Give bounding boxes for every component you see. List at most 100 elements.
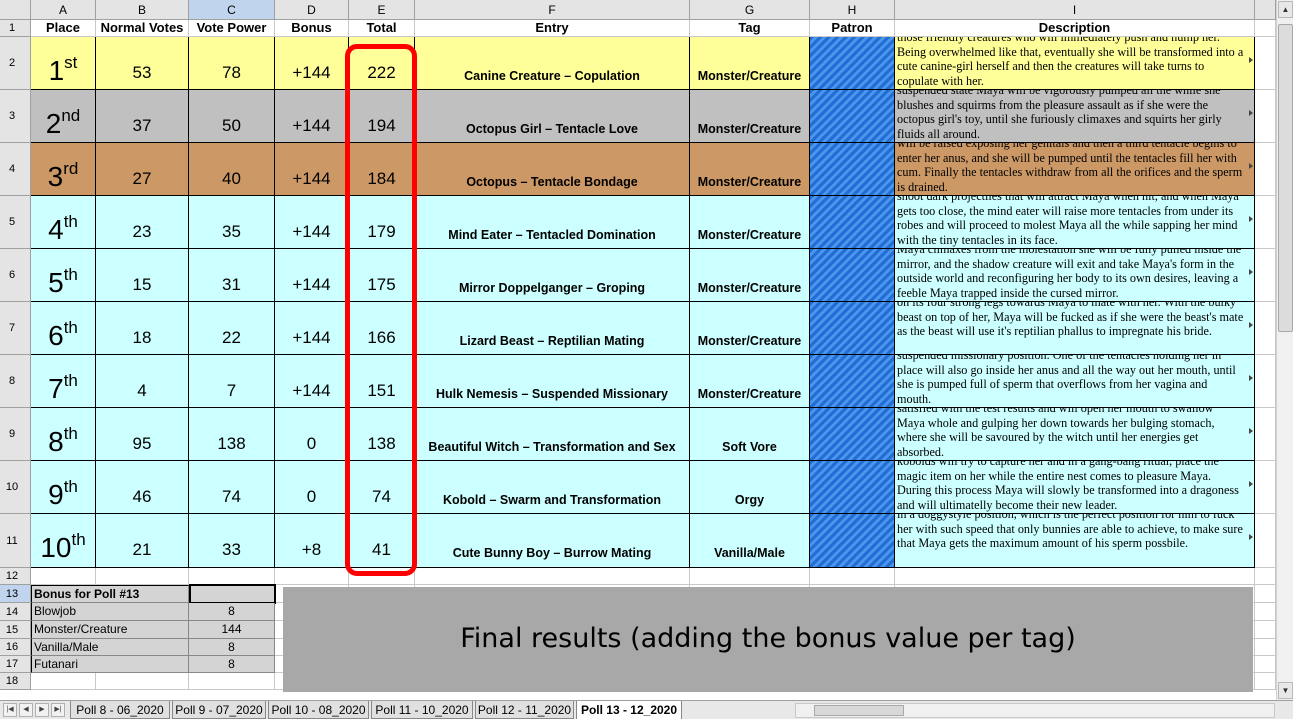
entry-cell[interactable]: Octopus – Tentacle Bondage — [415, 143, 690, 196]
tag-cell[interactable]: Monster/Creature — [690, 355, 810, 408]
empty-cell[interactable] — [1255, 621, 1276, 639]
row-header-2[interactable]: 2 — [0, 37, 31, 90]
empty-cell[interactable] — [810, 568, 895, 585]
normal-votes-cell[interactable]: 4 — [96, 355, 189, 408]
place-cell[interactable]: 7th — [31, 355, 96, 408]
bonus-cell[interactable]: +144 — [275, 355, 349, 408]
description-cell[interactable]: satisfied with the test results and will… — [895, 408, 1255, 461]
empty-cell[interactable] — [1255, 568, 1276, 585]
patron-cell[interactable] — [810, 355, 895, 408]
normal-votes-cell[interactable]: 37 — [96, 90, 189, 143]
row-header-8[interactable]: 8 — [0, 355, 31, 408]
description-cell[interactable]: kobolds will try to capture her and in a… — [895, 461, 1255, 514]
vote-power-cell[interactable]: 138 — [189, 408, 275, 461]
vote-power-cell[interactable]: 50 — [189, 90, 275, 143]
horizontal-scroll-thumb[interactable] — [814, 705, 904, 716]
empty-cell[interactable] — [189, 673, 275, 690]
sheet-tab[interactable]: Poll 13 - 12_2020 — [576, 701, 682, 719]
place-cell[interactable]: 9th — [31, 461, 96, 514]
vote-power-cell[interactable]: 78 — [189, 37, 275, 90]
bonus-cell[interactable]: 0 — [275, 461, 349, 514]
patron-cell[interactable] — [810, 143, 895, 196]
tag-cell[interactable]: Monster/Creature — [690, 90, 810, 143]
entry-cell[interactable]: Mind Eater – Tentacled Domination — [415, 196, 690, 249]
empty-cell[interactable] — [1255, 673, 1276, 690]
bonus-value-cell[interactable]: 8 — [189, 603, 275, 621]
row-header-15[interactable]: 15 — [0, 621, 31, 639]
patron-cell[interactable] — [810, 37, 895, 90]
row-header-4[interactable]: 4 — [0, 143, 31, 196]
empty-cell[interactable] — [1255, 656, 1276, 673]
place-cell[interactable]: 3rd — [31, 143, 96, 196]
patron-cell[interactable] — [810, 408, 895, 461]
empty-cell[interactable] — [31, 568, 96, 585]
bonus-value-cell[interactable]: 144 — [189, 621, 275, 639]
empty-cell[interactable] — [415, 568, 690, 585]
row-header-14[interactable]: 14 — [0, 603, 31, 621]
normal-votes-cell[interactable]: 21 — [96, 514, 189, 568]
bonus-cell[interactable]: +144 — [275, 249, 349, 302]
bonus-cell[interactable]: +144 — [275, 143, 349, 196]
normal-votes-cell[interactable]: 18 — [96, 302, 189, 355]
row-header-12[interactable]: 12 — [0, 568, 31, 585]
empty-cell[interactable] — [96, 568, 189, 585]
scroll-down-icon[interactable]: ▼ — [1278, 682, 1293, 699]
empty-cell[interactable] — [31, 673, 96, 690]
vote-power-cell[interactable]: 40 — [189, 143, 275, 196]
description-cell[interactable]: suspended missionary position. One of th… — [895, 355, 1255, 408]
entry-cell[interactable]: Octopus Girl – Tentacle Love — [415, 90, 690, 143]
normal-votes-cell[interactable]: 46 — [96, 461, 189, 514]
tag-cell[interactable]: Vanilla/Male — [690, 514, 810, 568]
description-cell[interactable]: shoot dark projectiles that will attract… — [895, 196, 1255, 249]
vote-power-cell[interactable]: 7 — [189, 355, 275, 408]
prev-sheet-icon[interactable]: ◀ — [19, 703, 33, 717]
bonus-cell[interactable]: +144 — [275, 302, 349, 355]
place-cell[interactable]: 2nd — [31, 90, 96, 143]
description-cell[interactable]: those friendly creatures who will immedi… — [895, 37, 1255, 90]
first-sheet-icon[interactable]: |◀ — [3, 703, 17, 717]
column-header-d[interactable]: D — [275, 0, 349, 20]
vote-power-cell[interactable]: 33 — [189, 514, 275, 568]
vote-power-cell[interactable]: 74 — [189, 461, 275, 514]
last-sheet-icon[interactable]: ▶| — [51, 703, 65, 717]
row-header-1[interactable]: 1 — [0, 20, 31, 37]
row-header-17[interactable]: 17 — [0, 656, 31, 673]
bonus-tag-cell[interactable]: Blowjob — [31, 603, 189, 621]
entry-cell[interactable]: Cute Bunny Boy – Burrow Mating — [415, 514, 690, 568]
place-cell[interactable]: 10th — [31, 514, 96, 568]
tag-cell[interactable]: Orgy — [690, 461, 810, 514]
description-cell[interactable]: in a doggystyle position, which is the p… — [895, 514, 1255, 568]
column-header-i[interactable]: I — [895, 0, 1255, 20]
column-header-a[interactable]: A — [31, 0, 96, 20]
row-header-9[interactable]: 9 — [0, 408, 31, 461]
row-header-13[interactable]: 13 — [0, 585, 31, 603]
empty-cell[interactable] — [189, 568, 275, 585]
entry-cell[interactable]: Hulk Nemesis – Suspended Missionary — [415, 355, 690, 408]
bonus-tag-cell[interactable]: Monster/Creature — [31, 621, 189, 639]
bonus-table-title[interactable]: Bonus for Poll #13 — [31, 585, 189, 603]
row-header-5[interactable]: 5 — [0, 196, 31, 249]
row-header-16[interactable]: 16 — [0, 639, 31, 656]
empty-cell[interactable] — [690, 568, 810, 585]
sheet-tab[interactable]: Poll 10 - 08_2020 — [268, 701, 369, 719]
tag-cell[interactable]: Monster/Creature — [690, 143, 810, 196]
empty-cell[interactable] — [1255, 585, 1276, 603]
normal-votes-cell[interactable]: 27 — [96, 143, 189, 196]
description-cell[interactable]: Maya climaxes from the molestation she w… — [895, 249, 1255, 302]
place-cell[interactable]: 5th — [31, 249, 96, 302]
vote-power-cell[interactable]: 22 — [189, 302, 275, 355]
bonus-tag-cell[interactable]: Futanari — [31, 656, 189, 673]
tag-cell[interactable]: Monster/Creature — [690, 196, 810, 249]
place-cell[interactable]: 8th — [31, 408, 96, 461]
bonus-value-cell[interactable]: 8 — [189, 639, 275, 656]
bonus-cell[interactable]: 0 — [275, 408, 349, 461]
vertical-scrollbar[interactable]: ▲ ▼ — [1276, 0, 1293, 700]
bonus-cell[interactable]: +8 — [275, 514, 349, 568]
entry-cell[interactable]: Canine Creature – Copulation — [415, 37, 690, 90]
row-header-18[interactable]: 18 — [0, 673, 31, 690]
description-cell[interactable]: on its four strong legs towards Maya to … — [895, 302, 1255, 355]
scroll-up-icon[interactable]: ▲ — [1278, 1, 1293, 18]
tag-cell[interactable]: Monster/Creature — [690, 249, 810, 302]
next-sheet-icon[interactable]: ▶ — [35, 703, 49, 717]
patron-cell[interactable] — [810, 461, 895, 514]
